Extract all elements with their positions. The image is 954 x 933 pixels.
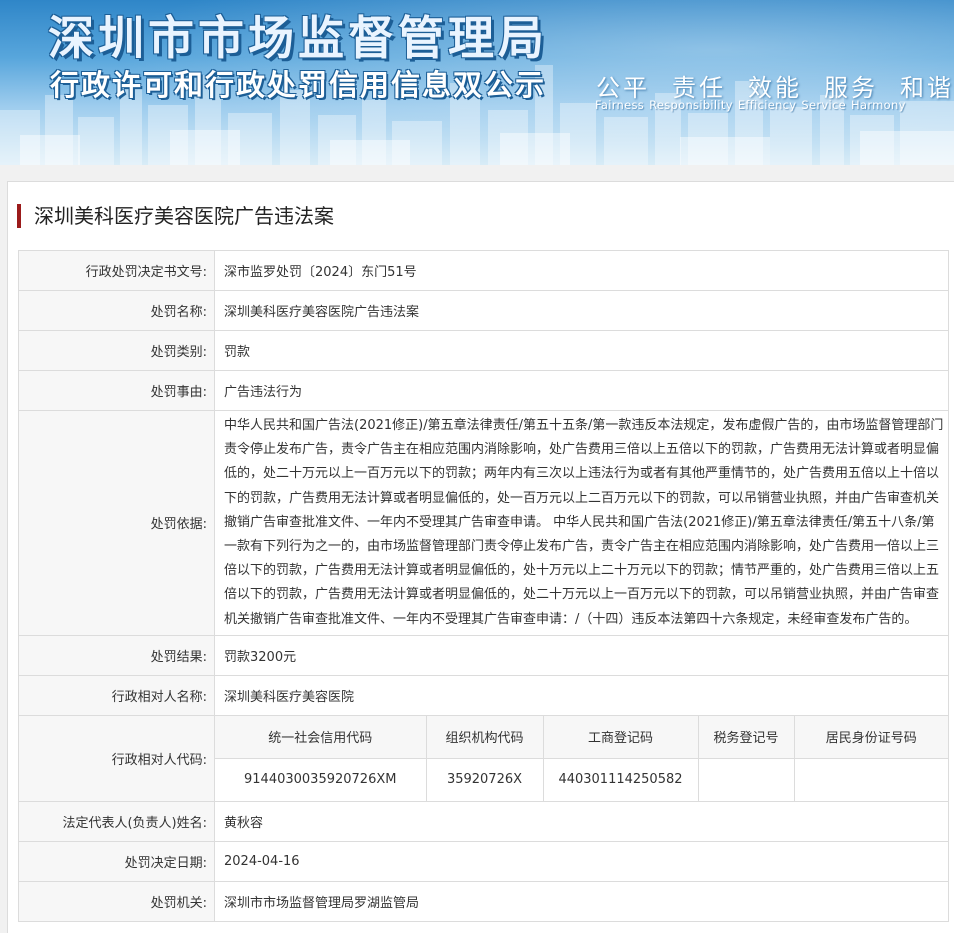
penalty-info-table: 行政处罚决定书文号: 深市监罗处罚〔2024〕东门51号 处罚名称: 深圳美科医… bbox=[18, 250, 949, 922]
code-header-row: 统一社会信用代码 组织机构代码 工商登记码 税务登记号 居民身份证号码 bbox=[215, 715, 948, 759]
party-name-value: 深圳美科医疗美容医院 bbox=[214, 674, 949, 716]
table-row: 处罚决定日期: 2024-04-16 bbox=[18, 840, 949, 882]
decision-no-value: 深市监罗处罚〔2024〕东门51号 bbox=[214, 250, 949, 291]
banner-subtitle: 行政许可和行政处罚信用信息双公示 bbox=[50, 68, 547, 102]
party-code-label: 行政相对人代码: bbox=[18, 714, 215, 802]
basis-label: 处罚依据: bbox=[18, 410, 215, 636]
code-col-header: 居民身份证号码 bbox=[794, 715, 948, 759]
legal-rep-label: 法定代表人(负责人)姓名: bbox=[18, 800, 215, 842]
reason-value: 广告违法行为 bbox=[214, 370, 949, 411]
decision-date-label: 处罚决定日期: bbox=[18, 840, 215, 882]
result-value: 罚款3200元 bbox=[214, 634, 949, 676]
table-row: 行政处罚决定书文号: 深市监罗处罚〔2024〕东门51号 bbox=[18, 250, 949, 291]
business-reg-value: 440301114250582 bbox=[543, 758, 699, 801]
authority-value: 深圳市市场监督管理局罗湖监管局 bbox=[214, 880, 949, 922]
table-row: 处罚事由: 广告违法行为 bbox=[18, 370, 949, 411]
header-banner: 深圳市市场监督管理局 行政许可和行政处罚信用信息双公示 公平 责任 效能 服务 和谐 F… bbox=[0, 0, 954, 165]
legal-rep-value: 黄秋容 bbox=[214, 800, 949, 842]
decision-date-value: 2024-04-16 bbox=[214, 840, 949, 882]
authority-label: 处罚机关: bbox=[18, 880, 215, 922]
basis-value: 中华人民共和国广告法(2021修正)/第五章法律责任/第五十五条/第一款违反本法… bbox=[214, 410, 949, 636]
code-col-header: 统一社会信用代码 bbox=[215, 715, 427, 759]
slogan-en-word: Harmony bbox=[851, 98, 906, 112]
party-code-table: 统一社会信用代码 组织机构代码 工商登记码 税务登记号 居民身份证号码 9144… bbox=[215, 715, 948, 801]
table-row: 处罚结果: 罚款3200元 bbox=[18, 634, 949, 676]
category-label: 处罚类别: bbox=[18, 330, 215, 371]
slogan-en-word: Efficiency bbox=[737, 98, 797, 112]
table-row: 处罚依据: 中华人民共和国广告法(2021修正)/第五章法律责任/第五十五条/第… bbox=[18, 410, 949, 636]
tax-reg-value bbox=[698, 758, 795, 801]
banner-title: 深圳市市场监督管理局 bbox=[48, 11, 548, 65]
table-row: 处罚名称: 深圳美科医疗美容医院广告违法案 bbox=[18, 290, 949, 331]
table-row: 行政相对人代码: 统一社会信用代码 组织机构代码 工商登记码 税务登记号 居民身… bbox=[18, 714, 949, 802]
code-col-header: 组织机构代码 bbox=[426, 715, 544, 759]
party-name-label: 行政相对人名称: bbox=[18, 674, 215, 716]
slogan-en-word: Service bbox=[801, 98, 847, 112]
slogan-en: Fairness Responsibility Efficiency Service H… bbox=[595, 98, 911, 112]
credit-code-value: 9144030035920726XM bbox=[215, 758, 427, 801]
id-card-value bbox=[794, 758, 948, 801]
table-row: 处罚机关: 深圳市市场监督管理局罗湖监管局 bbox=[18, 880, 949, 922]
result-label: 处罚结果: bbox=[18, 634, 215, 676]
org-code-value: 35920726X bbox=[426, 758, 544, 801]
case-title: 深圳美科医疗美容医院广告违法案 bbox=[17, 204, 334, 228]
table-row: 处罚类别: 罚款 bbox=[18, 330, 949, 371]
content-panel: 深圳美科医疗美容医院广告违法案 行政处罚决定书文号: 深市监罗处罚〔2024〕东… bbox=[7, 181, 954, 933]
decision-no-label: 行政处罚决定书文号: bbox=[18, 250, 215, 291]
case-name-label: 处罚名称: bbox=[18, 290, 215, 331]
code-value-row: 9144030035920726XM 35920726X 44030111425… bbox=[215, 758, 948, 801]
table-row: 行政相对人名称: 深圳美科医疗美容医院 bbox=[18, 674, 949, 716]
slogan-en-word: Responsibility bbox=[649, 98, 733, 112]
code-col-header: 工商登记码 bbox=[543, 715, 699, 759]
case-name-value: 深圳美科医疗美容医院广告违法案 bbox=[214, 290, 949, 331]
category-value: 罚款 bbox=[214, 330, 949, 371]
reason-label: 处罚事由: bbox=[18, 370, 215, 411]
party-code-cell: 统一社会信用代码 组织机构代码 工商登记码 税务登记号 居民身份证号码 9144… bbox=[214, 714, 949, 802]
slogan-en-word: Fairness bbox=[595, 98, 645, 112]
code-col-header: 税务登记号 bbox=[698, 715, 795, 759]
table-row: 法定代表人(负责人)姓名: 黄秋容 bbox=[18, 800, 949, 842]
